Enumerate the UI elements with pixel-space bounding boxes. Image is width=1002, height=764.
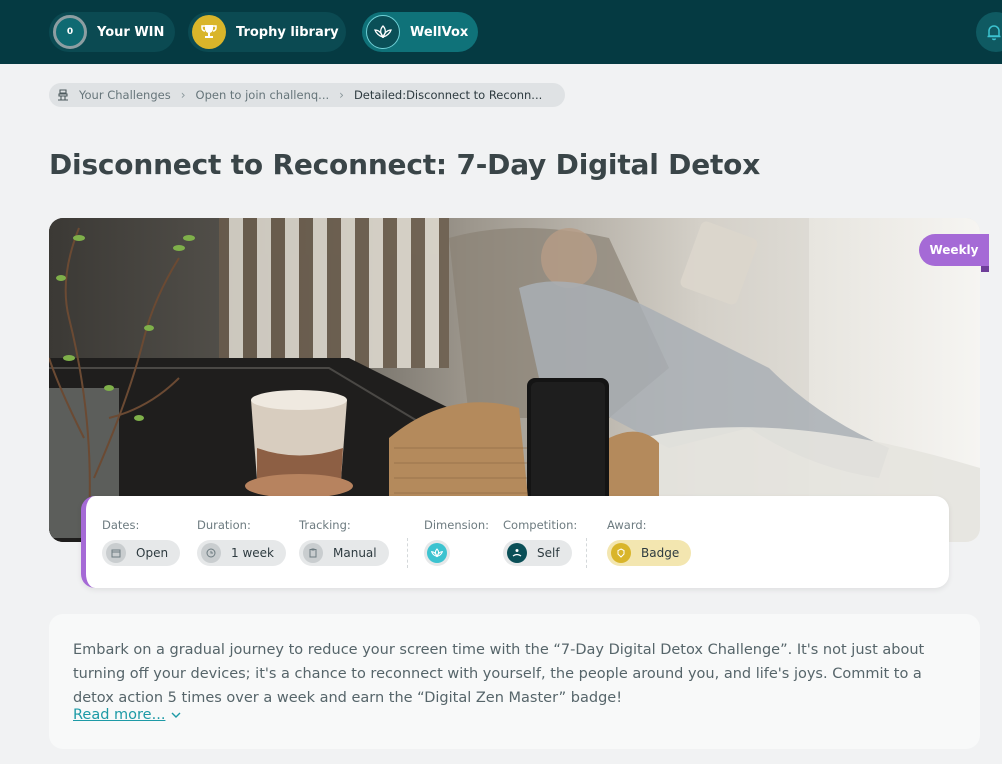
tracking-field: Tracking: Manual <box>299 518 389 566</box>
top-navigation-bar: 0 Your WIN Trophy library WellVox <box>0 0 1002 64</box>
competition-label: Competition: <box>503 518 578 532</box>
dimension-chip <box>424 540 450 566</box>
competition-chip: Self <box>503 540 572 566</box>
your-win-label: Your WIN <box>97 24 165 40</box>
tracking-chip: Manual <box>299 540 389 566</box>
dimension-field: Dimension: <box>424 518 489 566</box>
challenge-description: Embark on a gradual journey to reduce yo… <box>73 642 925 706</box>
divider <box>407 538 408 568</box>
award-value: Badge <box>641 546 680 560</box>
dates-chip: Open <box>102 540 181 566</box>
notifications-bell-icon[interactable] <box>976 12 1002 52</box>
lotus-icon <box>427 543 447 563</box>
self-meditation-icon <box>507 543 527 563</box>
win-counter-icon: 0 <box>53 15 87 49</box>
clock-icon <box>201 543 221 563</box>
award-field: Award: Badge <box>607 518 692 566</box>
lotus-icon <box>366 15 400 49</box>
chevron-down-icon <box>171 712 181 718</box>
duration-label: Duration: <box>197 518 251 532</box>
breadcrumb-item-open-challenges[interactable]: Open to join challenq... <box>196 88 330 102</box>
divider <box>586 538 587 568</box>
calendar-icon <box>106 543 126 563</box>
dimension-label: Dimension: <box>424 518 490 532</box>
duration-field: Duration: 1 week <box>197 518 286 566</box>
chevron-right-icon: › <box>339 88 344 102</box>
breadcrumb-item-your-challenges[interactable]: Your Challenges <box>79 88 171 102</box>
dates-field: Dates: Open <box>102 518 181 566</box>
weekly-tag: Weekly <box>919 234 989 272</box>
challenge-hero-image <box>49 218 980 542</box>
trophy-library-label: Trophy library <box>236 24 339 40</box>
dates-value: Open <box>136 546 169 560</box>
competition-field: Competition: Self <box>503 518 577 566</box>
read-more-label: Read more... <box>73 707 166 723</box>
dates-label: Dates: <box>102 518 140 532</box>
duration-value: 1 week <box>231 546 274 560</box>
read-more-link[interactable]: Read more... <box>73 707 181 723</box>
duration-chip: 1 week <box>197 540 286 566</box>
page-title: Disconnect to Reconnect: 7-Day Digital D… <box>49 148 761 181</box>
breadcrumb-item-current: Detailed:Disconnect to Reconn... <box>353 88 543 102</box>
win-count: 0 <box>66 27 74 37</box>
competition-value: Self <box>537 546 560 560</box>
clipboard-icon <box>303 543 323 563</box>
challenge-description-card: Embark on a gradual journey to reduce yo… <box>49 614 980 749</box>
wellvox-button[interactable]: WellVox <box>362 12 478 52</box>
trophy-icon <box>192 15 226 49</box>
breadcrumb: Your Challenges › Open to join challenq.… <box>49 83 565 107</box>
tracking-label: Tracking: <box>299 518 351 532</box>
tracking-value: Manual <box>333 546 377 560</box>
chevron-right-icon: › <box>180 88 186 102</box>
badge-icon <box>611 543 631 563</box>
challenge-details-card: Dates: Open Duration: 1 week Tracking: M… <box>81 496 949 588</box>
your-win-button[interactable]: 0 Your WIN <box>49 12 175 52</box>
wellvox-label: WellVox <box>410 24 469 40</box>
award-chip: Badge <box>607 540 692 566</box>
award-label: Award: <box>607 518 647 532</box>
challenges-icon <box>57 89 69 101</box>
trophy-library-button[interactable]: Trophy library <box>188 12 346 52</box>
